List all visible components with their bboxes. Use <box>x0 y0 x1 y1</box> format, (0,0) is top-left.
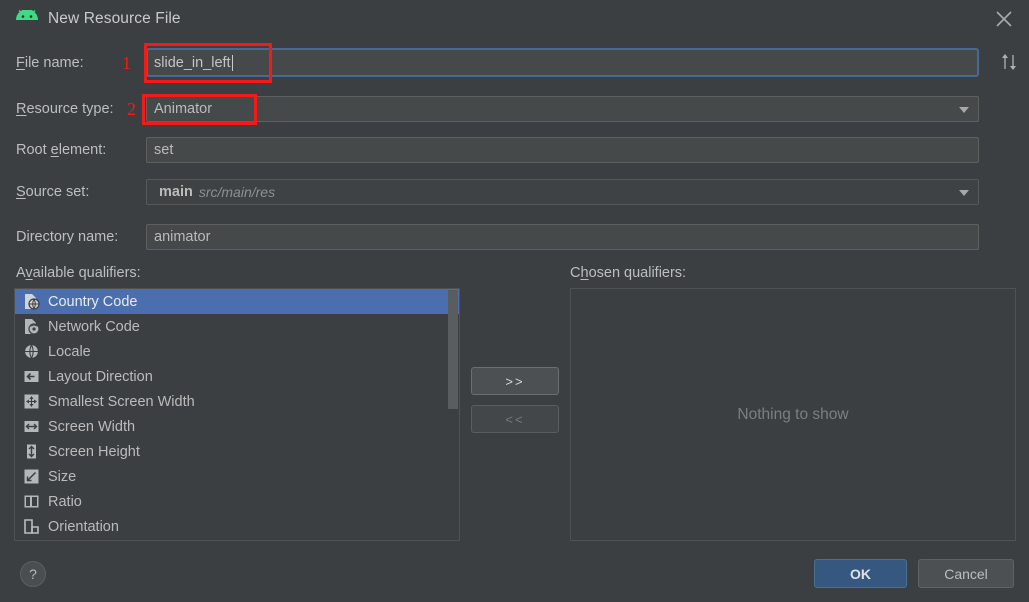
file-name-value: slide_in_left <box>154 54 231 71</box>
qualifier-list-item[interactable]: Size <box>15 464 459 489</box>
remove-qualifier-label: << <box>505 411 525 427</box>
directory-name-input[interactable]: animator <box>146 224 979 250</box>
qualifier-label: Screen Height <box>48 443 140 460</box>
qualifier-list-item[interactable]: Smallest Screen Width <box>15 389 459 414</box>
directory-name-label: Directory name: <box>16 229 119 245</box>
add-qualifier-label: >> <box>505 373 525 389</box>
root-element-value: set <box>154 142 174 158</box>
cancel-button-label: Cancel <box>944 565 988 582</box>
sort-up-down-icon[interactable] <box>998 52 1020 72</box>
chosen-qualifiers-label: Chosen qualifiers: <box>570 265 687 281</box>
add-qualifier-button[interactable]: >> <box>471 367 559 395</box>
qualifier-list-item[interactable]: Layout Direction <box>15 364 459 389</box>
cancel-button[interactable]: Cancel <box>918 559 1014 588</box>
qualifier-label: Locale <box>48 343 91 360</box>
qualifier-label: Smallest Screen Width <box>48 393 195 410</box>
qualifier-label: Screen Width <box>48 418 136 435</box>
qualifier-label: Orientation <box>48 518 119 535</box>
chosen-qualifiers-list[interactable]: Nothing to show <box>570 288 1016 541</box>
android-icon <box>16 9 38 20</box>
orientation-icon <box>24 519 39 534</box>
directory-name-value: animator <box>154 229 211 245</box>
qualifier-list-item[interactable]: Orientation <box>15 514 459 539</box>
dialog-title-bar: New Resource File <box>0 0 1029 37</box>
available-qualifiers-list[interactable]: Country Code Network Code Locale Layout Dir… <box>14 288 460 541</box>
file-name-label: File name: <box>16 55 84 71</box>
network-code-icon <box>25 319 40 335</box>
remove-qualifier-button[interactable]: << <box>471 405 559 433</box>
source-set-dropdown[interactable]: main src/main/res <box>146 179 979 205</box>
dialog-title: New Resource File <box>48 9 181 27</box>
ratio-icon <box>24 495 39 508</box>
source-set-value: main <box>159 184 193 200</box>
root-element-input[interactable]: set <box>146 137 979 163</box>
scrollbar-thumb[interactable] <box>448 290 458 409</box>
help-icon: ? <box>29 566 37 582</box>
qualifier-label: Country Code <box>48 293 138 310</box>
arrow-horizontal-icon <box>24 421 39 432</box>
source-set-path: src/main/res <box>198 184 276 200</box>
available-list-scrollbar[interactable] <box>448 290 458 540</box>
root-element-label: Root element: <box>16 142 107 158</box>
resource-type-dropdown[interactable]: Animator <box>146 96 979 122</box>
text-caret <box>231 54 233 71</box>
annotation-number-1: 1 <box>122 53 131 73</box>
resource-type-value: Animator <box>154 101 213 117</box>
qualifier-label: Network Code <box>48 318 140 335</box>
close-icon[interactable] <box>993 8 1015 30</box>
available-qualifiers-label: Available qualifiers: <box>16 265 141 281</box>
qualifier-list-item[interactable]: Screen Width <box>15 414 459 439</box>
globe-icon <box>23 343 40 360</box>
source-set-label: Source set: <box>16 184 90 200</box>
arrow-left-icon <box>24 371 39 382</box>
help-button[interactable]: ? <box>20 561 46 587</box>
country-code-icon <box>25 294 40 310</box>
resource-type-label: Resource type: <box>16 101 114 117</box>
qualifier-list-item[interactable]: Country Code <box>15 289 459 314</box>
ok-button[interactable]: OK <box>814 559 907 588</box>
qualifier-list-item[interactable]: Screen Height <box>15 439 459 464</box>
qualifier-list-item[interactable]: Locale <box>15 339 459 364</box>
qualifier-list-item[interactable]: Ratio <box>15 489 459 514</box>
annotation-number-2: 2 <box>127 99 136 119</box>
qualifier-list-item[interactable]: Network Code <box>15 314 459 339</box>
qualifier-label: Ratio <box>48 493 82 510</box>
qualifier-label: Layout Direction <box>48 368 153 385</box>
ok-button-label: OK <box>850 565 871 582</box>
qualifier-label: Size <box>48 468 77 485</box>
arrow-vertical-icon <box>27 444 36 459</box>
chevron-down-icon <box>959 107 969 113</box>
chevron-down-icon-source-set <box>959 190 969 196</box>
new-resource-file-dialog: New Resource File File name: slide_in_le… <box>0 0 1029 602</box>
four-way-arrows-icon <box>24 394 39 409</box>
file-name-input[interactable]: slide_in_left <box>146 48 979 77</box>
diagonal-arrow-icon <box>24 469 39 484</box>
empty-state-text: Nothing to show <box>737 405 849 423</box>
